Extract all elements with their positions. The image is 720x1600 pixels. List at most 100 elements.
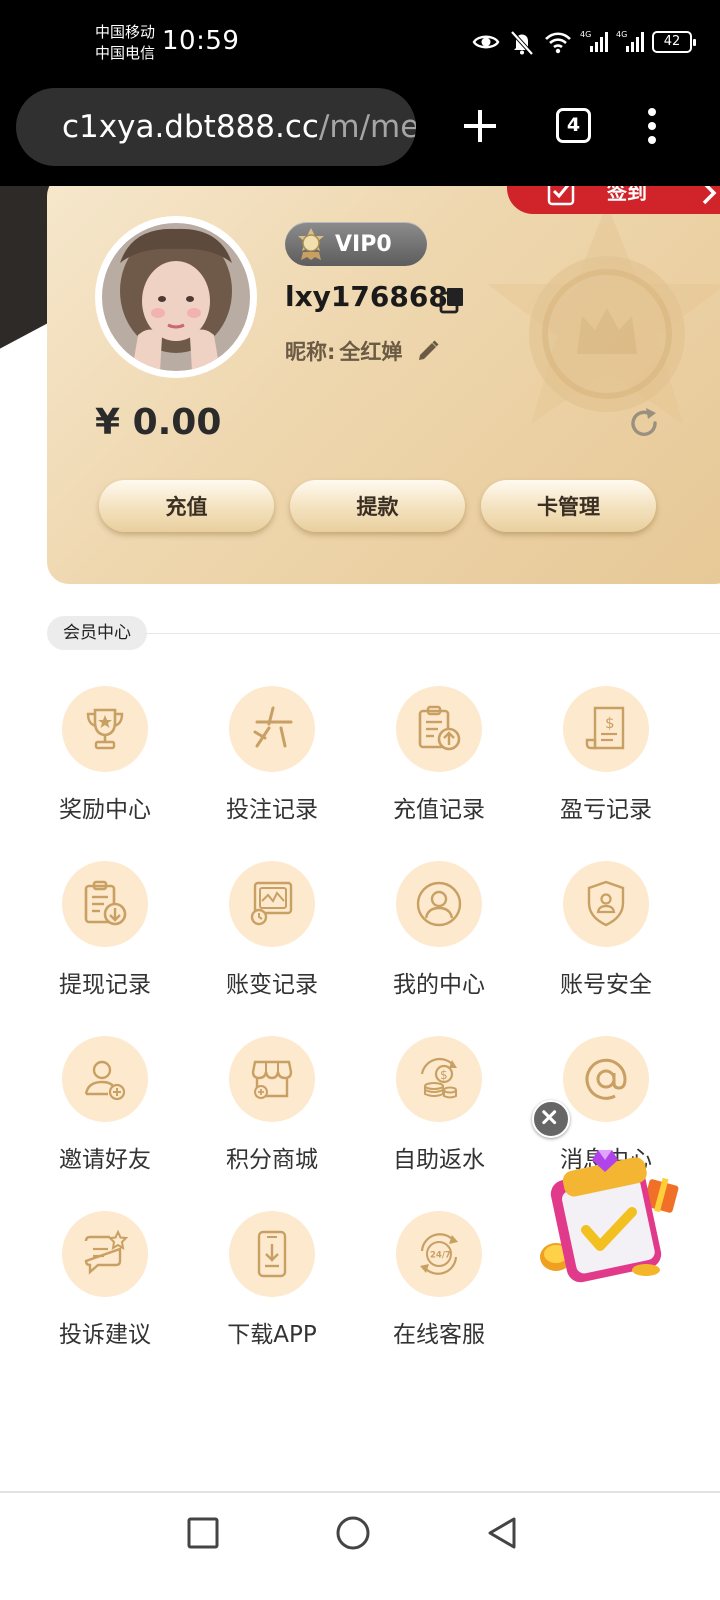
menu-icon-circle: $ [396, 1036, 482, 1122]
signal-4g-icon: 4G [616, 30, 644, 52]
profile-card: 签到 VIP0 lxy176868 昵称: 全红婵 ¥ 0.00 充值 提款 卡… [47, 186, 720, 584]
download-app-icon [257, 1230, 287, 1278]
menu-icon-circle [229, 1036, 315, 1122]
edit-pencil-icon[interactable] [416, 339, 440, 363]
eye-icon [472, 35, 500, 49]
menu-item-deposit-records[interactable]: 充值记录 [354, 686, 524, 846]
menu-label: 账号安全 [560, 972, 652, 998]
section-header: 会员中心 [47, 616, 720, 650]
close-icon [542, 1110, 557, 1125]
menu-item-complaints[interactable]: 投诉建议 [20, 1211, 190, 1371]
menu-icon-circle [396, 861, 482, 947]
checkin-icon [547, 186, 575, 206]
checkin-promo-icon[interactable] [536, 1142, 686, 1292]
screen: 中国移动 中国电信 10:59 4G 4G 42 c1xya.dbt888.cc… [0, 0, 720, 1600]
menu-item-my-center[interactable]: 我的中心 [354, 861, 524, 1021]
vip-level: VIP0 [335, 231, 392, 257]
menu-icon-circle [62, 861, 148, 947]
menu-label: 账变记录 [226, 972, 318, 998]
home-icon[interactable] [335, 1515, 371, 1551]
account-change-icon [250, 881, 293, 926]
nickname-value: 全红婵 [339, 340, 403, 364]
sign-in-label: 签到 [607, 186, 647, 204]
tab-switcher-button[interactable]: 4 [556, 108, 591, 143]
card-management-button[interactable]: 卡管理 [481, 480, 656, 532]
user-icon [416, 881, 462, 927]
menu-icon-circle: $ [563, 686, 649, 772]
carrier-1: 中国移动 [95, 23, 156, 41]
withdraw-button[interactable]: 提款 [290, 480, 465, 532]
carrier-info: 中国移动 中国电信 [95, 22, 155, 64]
avatar[interactable] [95, 216, 257, 378]
nickname-label: 昵称: [285, 340, 336, 364]
deposit-record-icon [418, 705, 461, 751]
menu-icon-circle [229, 1211, 315, 1297]
section-divider [147, 633, 720, 634]
menu-label: 下载APP [227, 1322, 317, 1348]
menu-item-profit-loss[interactable]: $ 盈亏记录 [521, 686, 691, 846]
support-247-icon: 24/7 [420, 1233, 458, 1275]
menu-icon-circle [62, 686, 148, 772]
section-title: 会员中心 [47, 616, 147, 650]
balance-amount: ¥ 0.00 [95, 402, 222, 443]
refresh-icon[interactable] [627, 406, 661, 440]
menu-label: 积分商城 [226, 1147, 318, 1173]
menu-label: 盈亏记录 [560, 797, 652, 823]
sign-in-button[interactable]: 签到 [507, 186, 720, 214]
nickname-row: 昵称: 全红婵 [285, 336, 440, 366]
svg-text:4G: 4G [616, 30, 627, 39]
menu-label: 充值记录 [393, 797, 485, 823]
wifi-icon [545, 32, 571, 54]
signal-4g-icon: 4G [580, 30, 608, 52]
username: lxy176868 [285, 280, 448, 313]
menu-icon-circle [229, 861, 315, 947]
menu-item-invite-friends[interactable]: 邀请好友 [20, 1036, 190, 1196]
profit-loss-icon: $ [585, 706, 625, 750]
shop-icon [251, 1060, 293, 1099]
medal-watermark-icon [487, 204, 720, 424]
copy-icon[interactable] [439, 286, 465, 314]
menu-icon-circle [396, 686, 482, 772]
menu-item-rewards[interactable]: 奖励中心 [20, 686, 190, 846]
menu-label: 提现记录 [59, 972, 151, 998]
new-tab-icon[interactable] [460, 106, 500, 146]
trophy-icon [86, 708, 124, 750]
shield-user-icon [587, 880, 625, 927]
address-bar[interactable]: c1xya.dbt888.cc/m/me [16, 88, 416, 166]
back-icon[interactable] [484, 1515, 520, 1551]
bet-record-icon [253, 706, 293, 748]
menu-label: 自助返水 [393, 1147, 485, 1173]
close-promo-button[interactable] [532, 1100, 570, 1138]
url-host: c1xya.dbt888.cc [62, 109, 319, 145]
menu-label: 奖励中心 [59, 797, 151, 823]
menu-icon-circle [229, 686, 315, 772]
menu-item-account-security[interactable]: 账号安全 [521, 861, 691, 1021]
browser-toolbar: c1xya.dbt888.cc/m/me 4 [0, 86, 720, 186]
svg-text:$: $ [605, 714, 615, 732]
menu-item-self-rebate[interactable]: $ 自助返水 [354, 1036, 524, 1196]
avatar-image [102, 223, 250, 371]
deposit-button[interactable]: 充值 [99, 480, 274, 532]
withdraw-record-icon [84, 880, 127, 926]
vip-medal-icon [298, 228, 324, 260]
status-icons: 4G 4G 42 [472, 28, 696, 56]
menu-item-online-support[interactable]: 24/7 在线客服 [354, 1211, 524, 1371]
vip-badge[interactable]: VIP0 [285, 222, 427, 266]
menu-icon-circle: 24/7 [396, 1211, 482, 1297]
system-navigation-bar [0, 1491, 720, 1600]
clock: 10:59 [162, 26, 240, 56]
menu-label: 邀请好友 [59, 1147, 151, 1173]
menu-item-bet-records[interactable]: 投注记录 [187, 686, 357, 846]
mute-icon [510, 30, 534, 56]
menu-item-download-app[interactable]: 下载APP [187, 1211, 357, 1371]
menu-label: 在线客服 [393, 1322, 485, 1348]
menu-item-withdraw-records[interactable]: 提现记录 [20, 861, 190, 1021]
menu-item-account-changes[interactable]: 账变记录 [187, 861, 357, 1021]
recent-apps-icon[interactable] [185, 1515, 221, 1551]
status-bar: 中国移动 中国电信 10:59 4G 4G 42 [0, 0, 720, 86]
menu-label: 投诉建议 [59, 1322, 151, 1348]
svg-text:24/7: 24/7 [430, 1251, 451, 1261]
at-icon [585, 1058, 627, 1100]
menu-item-points-mall[interactable]: 积分商城 [187, 1036, 357, 1196]
more-menu-icon[interactable] [640, 106, 664, 146]
